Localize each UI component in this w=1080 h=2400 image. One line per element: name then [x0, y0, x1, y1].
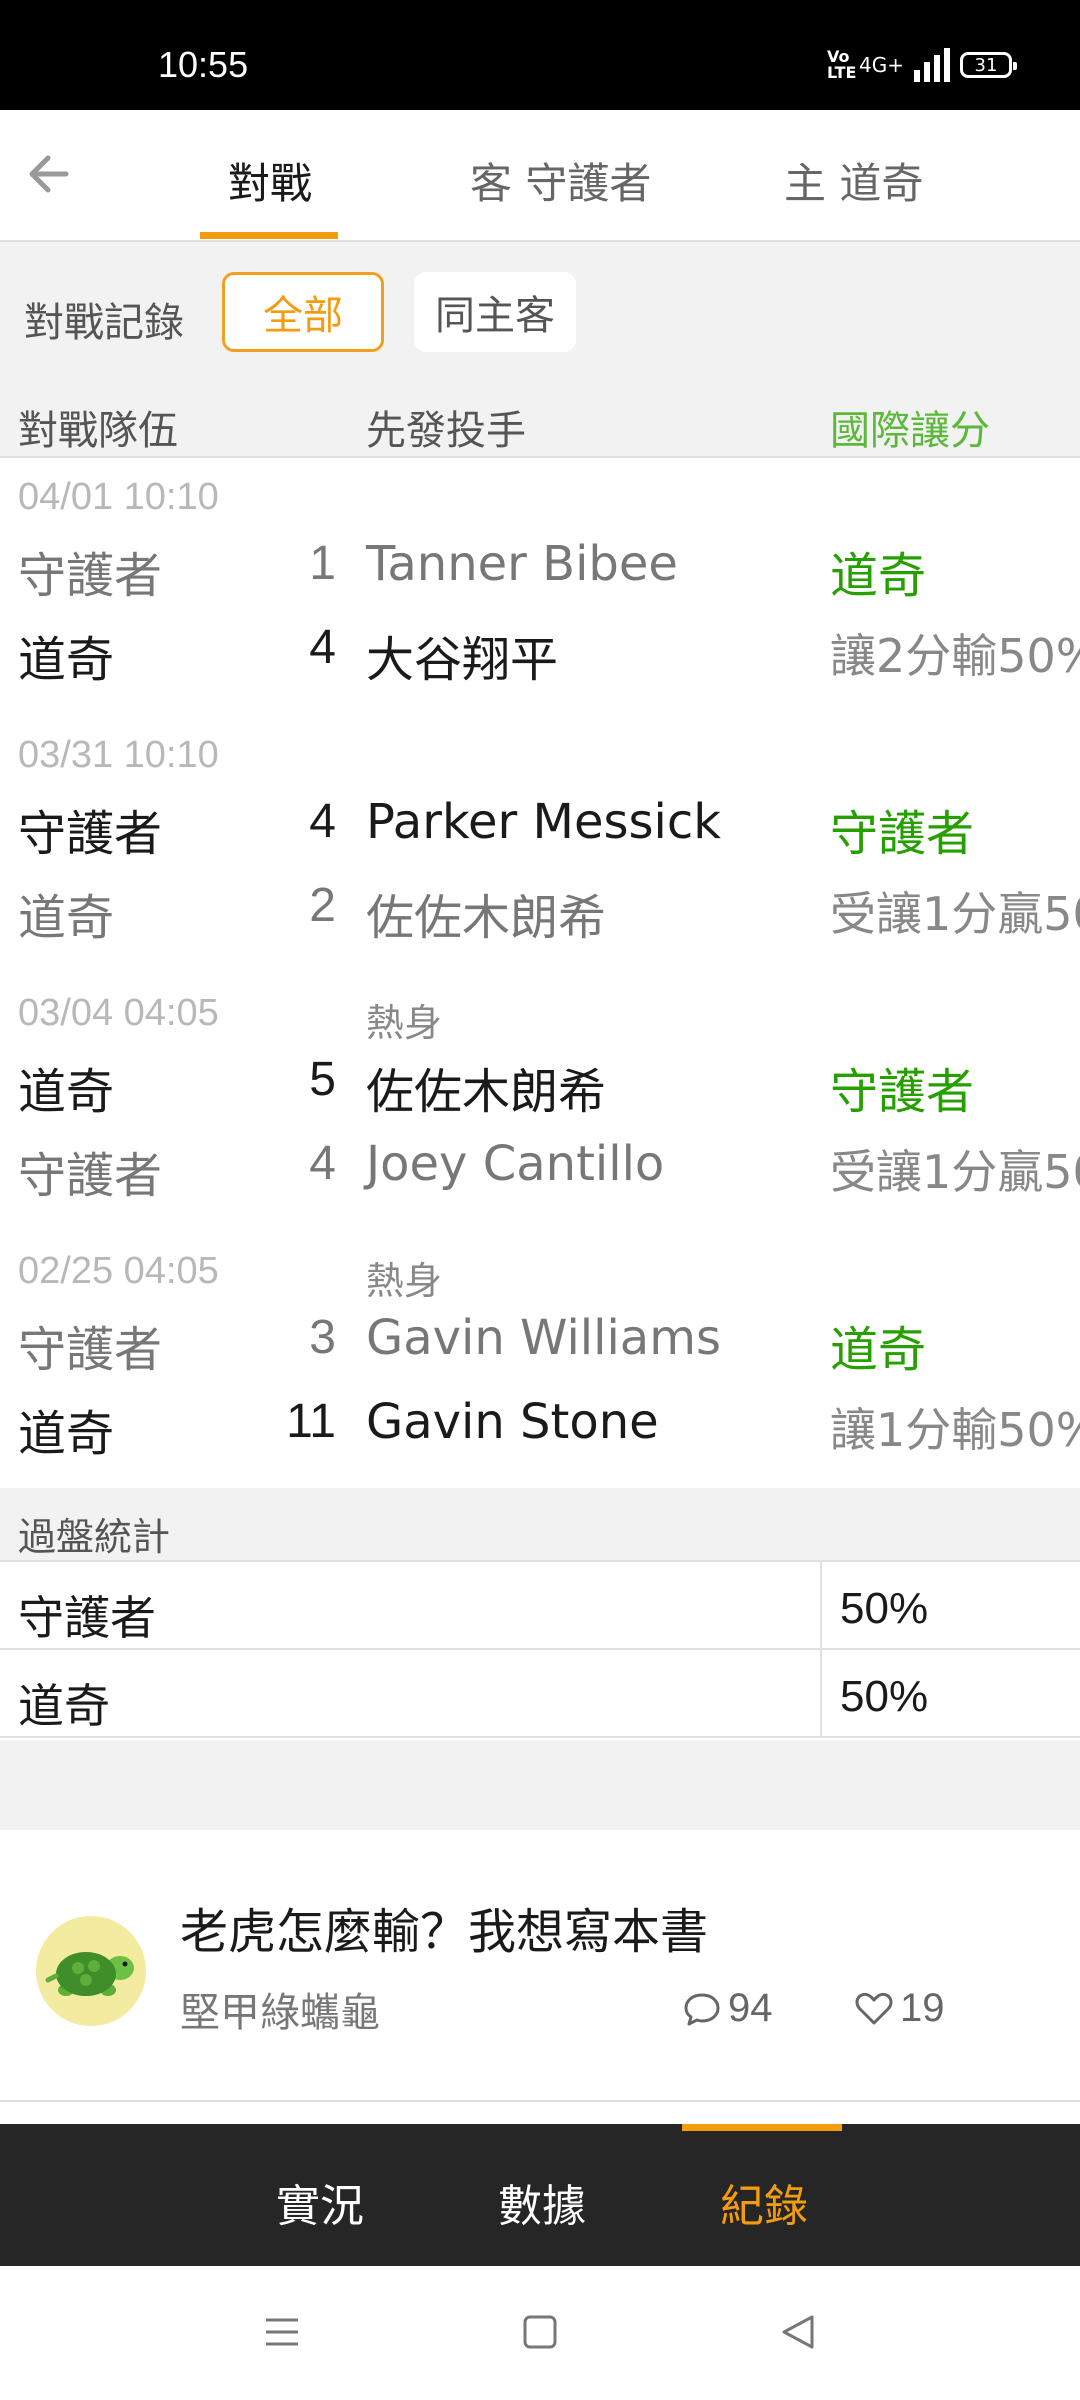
menu-icon[interactable]: [262, 2312, 302, 2356]
team-score: 11: [286, 1395, 336, 1448]
bottom-tab-bar: 實況 數據 紀錄: [0, 2124, 1080, 2266]
team-name: 道奇: [18, 890, 115, 946]
handicap-result: 讓1分輸50%: [830, 1403, 1080, 1457]
starting-pitcher: Joey Cantillo: [366, 1136, 665, 1192]
bottom-tab-data[interactable]: 數據: [498, 2170, 586, 2234]
handicap-result: 受讓1分贏50%: [830, 1145, 1080, 1199]
column-team: 對戰隊伍: [18, 408, 178, 454]
team-score: 3: [309, 1311, 336, 1364]
comment-icon: [684, 1993, 720, 2025]
starting-pitcher: Gavin Williams: [366, 1310, 721, 1366]
team-name: 道奇: [18, 1406, 115, 1462]
stats-header: 過盤統計: [0, 1488, 1080, 1562]
post-title[interactable]: 老虎怎麼輸？我想寫本書: [180, 1892, 708, 1962]
team-score: 5: [309, 1053, 336, 1106]
team-score: 2: [309, 879, 336, 932]
starting-pitcher: 佐佐木朗希: [366, 890, 607, 946]
column-header: 對戰隊伍 先發投手 國際讓分: [0, 370, 1080, 458]
tab-matchup[interactable]: 對戰: [228, 150, 312, 211]
stats-title: 過盤統計: [18, 1515, 171, 1559]
filter-all-chip[interactable]: 全部: [222, 272, 384, 352]
stats-divider: [820, 1650, 822, 1736]
game-date: 04/01 10:10: [18, 476, 219, 518]
filter-same-venue-chip[interactable]: 同主客: [414, 272, 576, 352]
filter-label: 對戰記錄: [24, 300, 184, 346]
heart-icon: [855, 1992, 893, 2024]
handicap-result: 讓2分輸50%: [830, 629, 1080, 683]
handicap-winner: 守護者: [830, 806, 975, 862]
stats-percent: 50%: [840, 1584, 929, 1633]
signal-icon: [914, 48, 950, 82]
filter-row: 對戰記錄 全部 同主客: [0, 242, 1080, 370]
like-count-value: 19: [900, 1986, 945, 2030]
game-tag: 熱身: [366, 1259, 443, 1303]
handicap-winner: 道奇: [830, 548, 927, 604]
team-score: 1: [309, 537, 336, 590]
team-name: 守護者: [18, 1322, 163, 1378]
turtle-icon: [45, 1952, 134, 1996]
tab-away-team[interactable]: 客 守護者: [470, 150, 651, 211]
column-handicap: 國際讓分: [830, 408, 990, 454]
team-score: 4: [309, 795, 336, 848]
active-tab-indicator: [200, 232, 338, 239]
comment-count[interactable]: 94: [682, 1986, 773, 2031]
status-time: 10:55: [158, 44, 249, 85]
home-icon[interactable]: [520, 2312, 560, 2356]
tab-home-team[interactable]: 主 道奇: [784, 150, 923, 211]
system-nav-bar: [0, 2266, 1080, 2400]
team-score: 4: [309, 621, 336, 674]
handicap-winner: 道奇: [830, 1322, 927, 1378]
post-author[interactable]: 堅甲綠蠵龜: [180, 1980, 380, 2038]
stats-percent: 50%: [840, 1672, 929, 1721]
network-type: 4G+: [859, 53, 904, 77]
forum-post-card[interactable]: 老虎怎麼輸？我想寫本書 堅甲綠蠵龜 94 19: [0, 1830, 1080, 2102]
team-name: 道奇: [18, 632, 115, 688]
status-bar: 10:55 Vo LTE 4G+ 31: [0, 0, 1080, 110]
comment-count-value: 94: [728, 1986, 773, 2030]
back-triangle-icon[interactable]: [778, 2312, 818, 2356]
like-count[interactable]: 19: [854, 1986, 945, 2031]
game-record[interactable]: 04/01 10:10 守護者 1 Tanner Bibee 道奇 道奇 4 大…: [0, 458, 1080, 719]
game-date: 03/04 04:05: [18, 992, 219, 1034]
back-arrow-icon: [29, 155, 69, 193]
volte-icon: Vo LTE: [827, 47, 857, 82]
stats-divider: [820, 1562, 822, 1648]
starting-pitcher: 大谷翔平: [366, 632, 559, 688]
stats-row: 守護者 50%: [0, 1562, 1080, 1650]
team-name: 守護者: [18, 548, 163, 604]
stats-team: 守護者: [18, 1591, 156, 1645]
starting-pitcher: Tanner Bibee: [366, 536, 678, 592]
bottom-tab-records[interactable]: 紀錄: [720, 2170, 808, 2234]
section-spacer: [0, 1740, 1080, 1830]
battery-level: 31: [974, 54, 998, 76]
stats-team: 道奇: [18, 1679, 110, 1733]
bottom-tab-live[interactable]: 實況: [276, 2170, 364, 2234]
game-record[interactable]: 02/25 04:05 熱身 守護者 3 Gavin Williams 道奇 道…: [0, 1232, 1080, 1493]
game-record[interactable]: 03/04 04:05 熱身 道奇 5 佐佐木朗希 守護者 守護者 4 Joey…: [0, 974, 1080, 1235]
game-record[interactable]: 03/31 10:10 守護者 4 Parker Messick 守護者 道奇 …: [0, 716, 1080, 977]
handicap-result: 受讓1分贏50%: [830, 887, 1080, 941]
battery-icon: 31: [960, 52, 1017, 78]
starting-pitcher: Gavin Stone: [366, 1394, 659, 1450]
status-icons: Vo LTE 4G+ 31: [827, 47, 1017, 82]
team-name: 守護者: [18, 806, 163, 862]
top-nav: 對戰 客 守護者 主 道奇: [0, 110, 1080, 242]
game-date: 03/31 10:10: [18, 734, 219, 776]
starting-pitcher: Parker Messick: [366, 794, 722, 850]
starting-pitcher: 佐佐木朗希: [366, 1064, 607, 1120]
avatar[interactable]: [36, 1916, 146, 2026]
active-bottom-tab-indicator: [682, 2124, 842, 2131]
column-pitcher: 先發投手: [366, 408, 526, 454]
handicap-winner: 守護者: [830, 1064, 975, 1120]
team-score: 4: [309, 1137, 336, 1190]
back-button[interactable]: [22, 146, 78, 202]
game-tag: 熱身: [366, 1001, 443, 1045]
stats-row: 道奇 50%: [0, 1650, 1080, 1738]
game-date: 02/25 04:05: [18, 1250, 219, 1292]
team-name: 守護者: [18, 1148, 163, 1204]
team-name: 道奇: [18, 1064, 115, 1120]
